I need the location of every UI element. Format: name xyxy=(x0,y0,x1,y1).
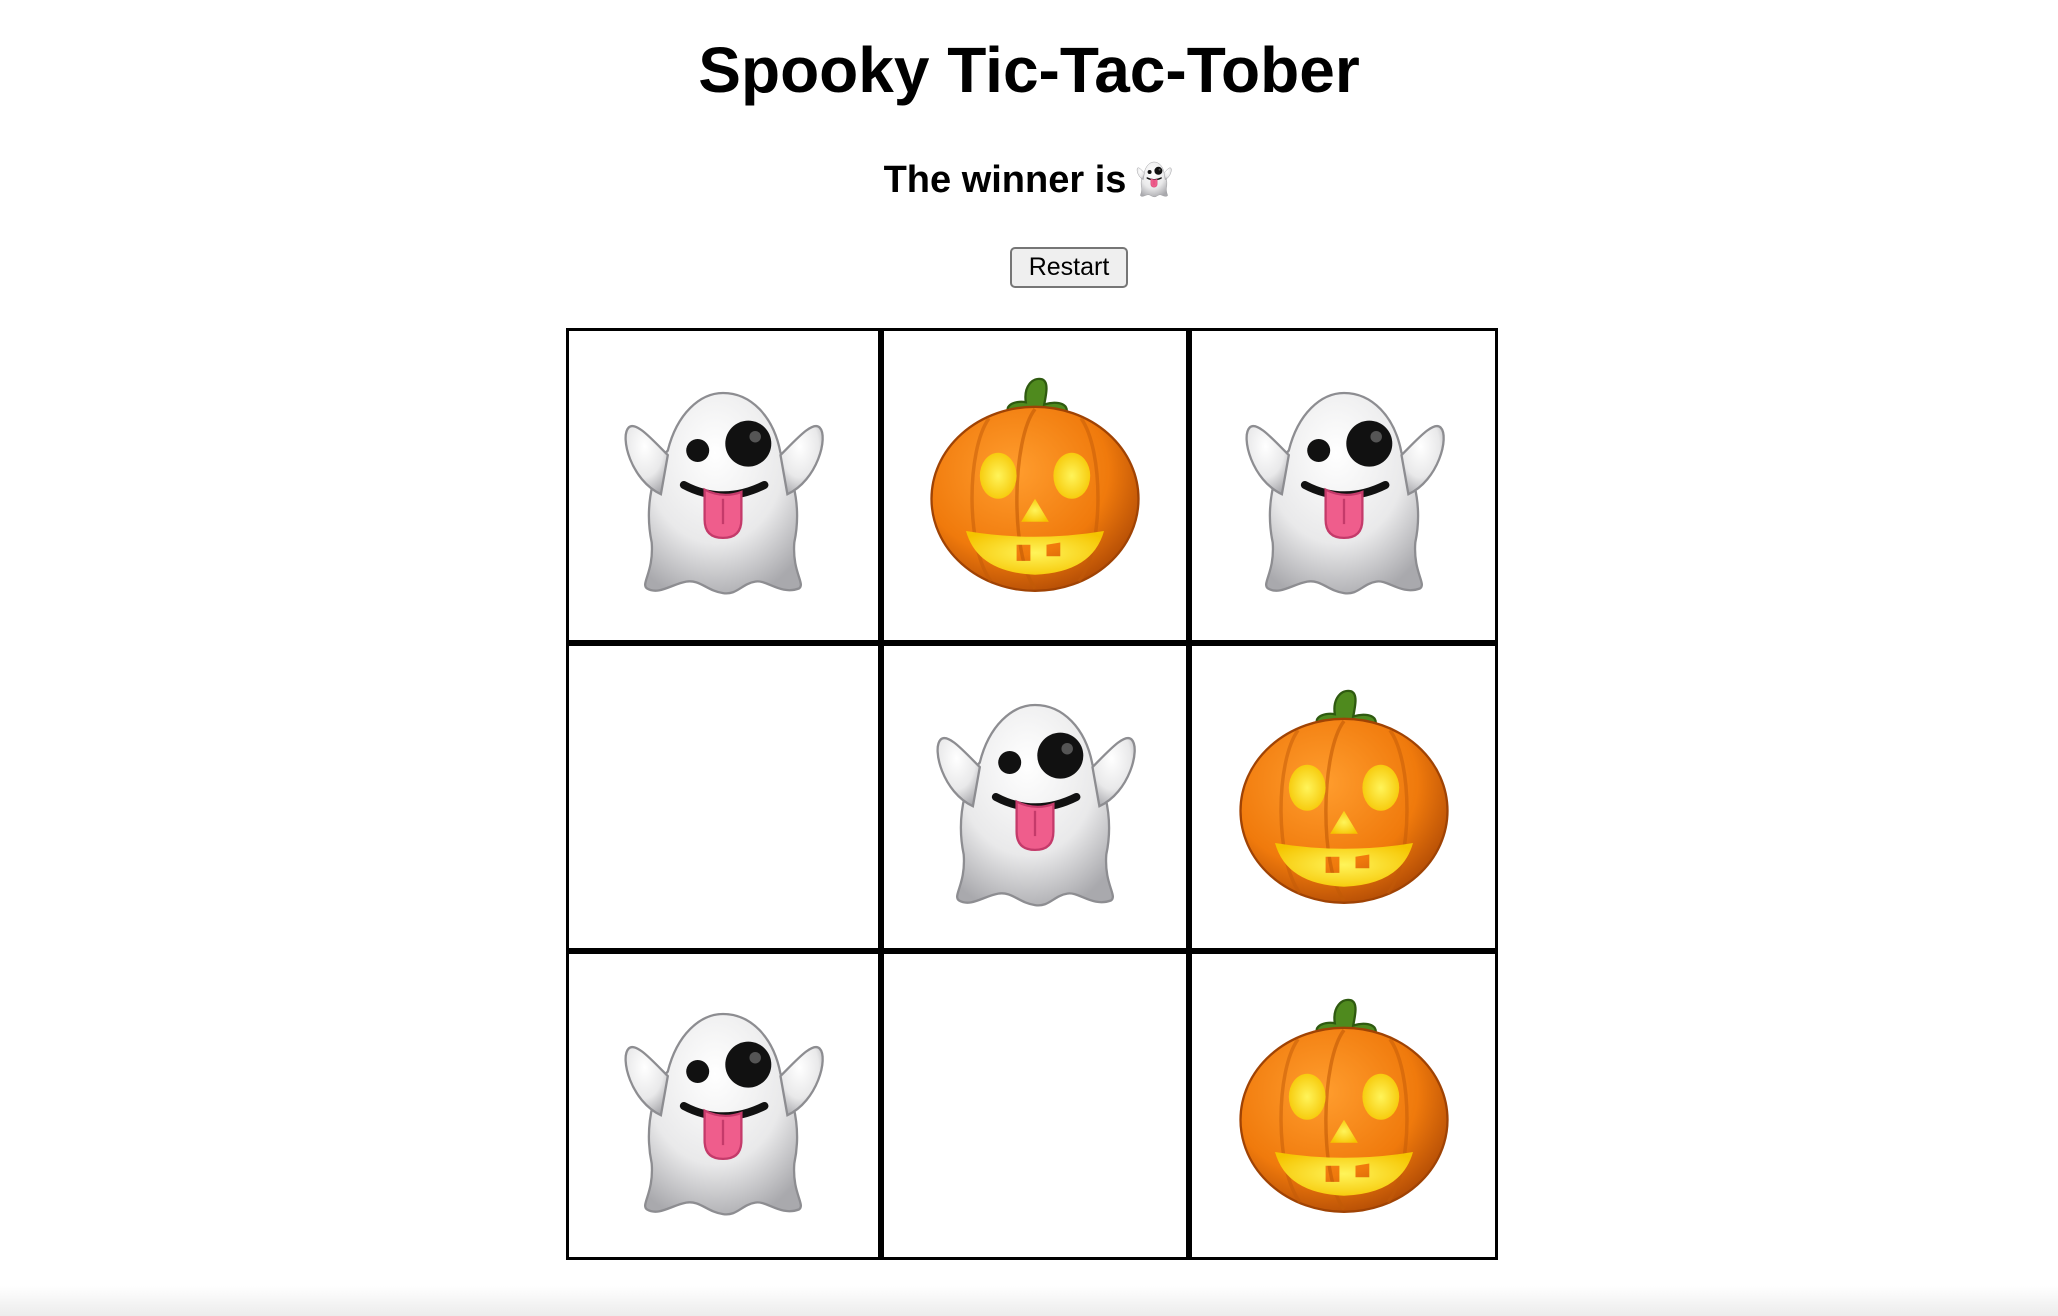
jack-o-lantern-icon xyxy=(920,370,1150,600)
board-cell-1-3[interactable] xyxy=(1186,331,1495,640)
game-board xyxy=(566,328,1498,1260)
board-cell-2-2[interactable] xyxy=(877,639,1187,949)
ghost-icon xyxy=(920,682,1150,912)
board-cell-2-3[interactable] xyxy=(1186,639,1495,949)
ghost-icon xyxy=(608,991,838,1221)
jack-o-lantern-icon xyxy=(1229,991,1459,1221)
ghost-icon xyxy=(608,370,838,600)
page-bottom-shade xyxy=(0,1286,2058,1316)
page-title: Spooky Tic-Tac-Tober xyxy=(698,34,1360,106)
winner-ghost-icon xyxy=(1134,158,1174,198)
restart-button[interactable]: Restart xyxy=(1010,247,1128,288)
board-cell-2-1[interactable] xyxy=(569,639,878,949)
winner-status: The winner is xyxy=(0,155,2058,205)
board-cell-1-2[interactable] xyxy=(877,331,1187,640)
board-cell-3-1[interactable] xyxy=(569,948,878,1257)
board-cell-1-1[interactable] xyxy=(569,331,878,640)
jack-o-lantern-icon xyxy=(1229,682,1459,912)
board-cell-3-2[interactable] xyxy=(877,948,1187,1257)
ghost-icon xyxy=(1229,370,1459,600)
winner-status-text: The winner is xyxy=(883,159,1127,201)
board-cell-3-3[interactable] xyxy=(1186,948,1495,1257)
